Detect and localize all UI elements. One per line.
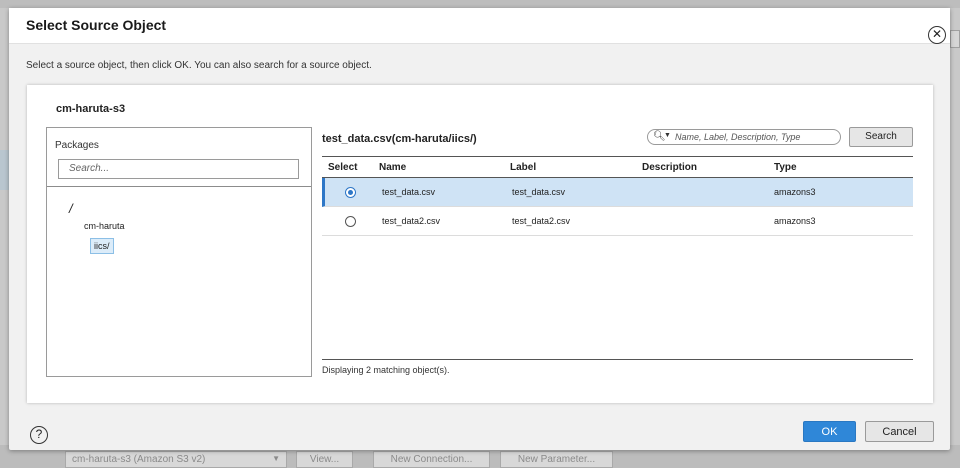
packages-label: Packages (55, 140, 99, 151)
background-topbar (0, 0, 960, 8)
cell-label: test_data2.csv (512, 216, 571, 226)
column-header-label[interactable]: Label (510, 162, 536, 173)
column-header-type[interactable]: Type (774, 162, 797, 173)
select-radio[interactable] (345, 187, 356, 198)
table-row[interactable]: test_data.csv test_data.csv amazons3 (322, 178, 913, 207)
cell-name: test_data.csv (382, 187, 436, 197)
search-button[interactable]: Search (849, 127, 913, 147)
dialog-header: Select Source Object (9, 8, 950, 44)
table-footer-divider (322, 359, 913, 360)
match-count-text: Displaying 2 matching object(s). (322, 365, 450, 375)
table-header: Select Name Label Description Type (322, 156, 913, 178)
content-panel: cm-haruta-s3 Packages Search... / cm-har… (27, 85, 933, 403)
dialog-title: Select Source Object (26, 17, 167, 33)
chevron-down-icon[interactable]: ▼ (664, 132, 671, 139)
background-new-connection-button: New Connection... (373, 451, 490, 468)
object-search-input[interactable]: 🔍︎ ▼ Name, Label, Description, Type (647, 129, 841, 145)
chevron-down-icon: ▼ (272, 454, 280, 463)
background-view-button: View... (296, 451, 353, 468)
cell-type: amazons3 (774, 216, 816, 226)
background-right-control (950, 30, 960, 48)
packages-pane: Packages Search... / cm-haruta iics/ (46, 127, 312, 377)
tree-item-iics[interactable]: iics/ (90, 238, 114, 254)
table-row[interactable]: test_data2.csv test_data2.csv amazons3 (322, 207, 913, 236)
cell-type: amazons3 (774, 187, 816, 197)
dialog-instruction: Select a source object, then click OK. Y… (26, 60, 372, 71)
column-header-name[interactable]: Name (379, 162, 406, 173)
background-new-parameter-button: New Parameter... (500, 451, 613, 468)
objects-title: test_data.csv(cm-haruta/iics/) (322, 133, 477, 145)
cancel-button[interactable]: Cancel (865, 421, 934, 442)
cell-name: test_data2.csv (382, 216, 441, 226)
select-source-object-dialog: Select Source Object ✕ Select a source o… (9, 8, 950, 450)
background-connection-select: cm-haruta-s3 (Amazon S3 v2) ▼ (65, 451, 287, 468)
help-icon[interactable]: ? (30, 426, 48, 444)
column-header-select: Select (328, 162, 358, 173)
column-header-description[interactable]: Description (642, 162, 697, 173)
cell-label: test_data.csv (512, 187, 566, 197)
ok-button[interactable]: OK (803, 421, 856, 442)
connection-name: cm-haruta-s3 (56, 103, 126, 115)
tree-root-item[interactable]: / (69, 201, 73, 216)
objects-table: Select Name Label Description Type test_… (322, 156, 913, 236)
background-connection-select-value: cm-haruta-s3 (Amazon S3 v2) (72, 454, 206, 465)
packages-divider (47, 186, 311, 187)
object-search-placeholder: Name, Label, Description, Type (675, 132, 801, 142)
packages-search-input[interactable]: Search... (58, 159, 299, 179)
select-radio[interactable] (345, 216, 356, 227)
close-icon[interactable]: ✕ (928, 26, 946, 44)
tree-item-cm-haruta[interactable]: cm-haruta (84, 221, 125, 231)
